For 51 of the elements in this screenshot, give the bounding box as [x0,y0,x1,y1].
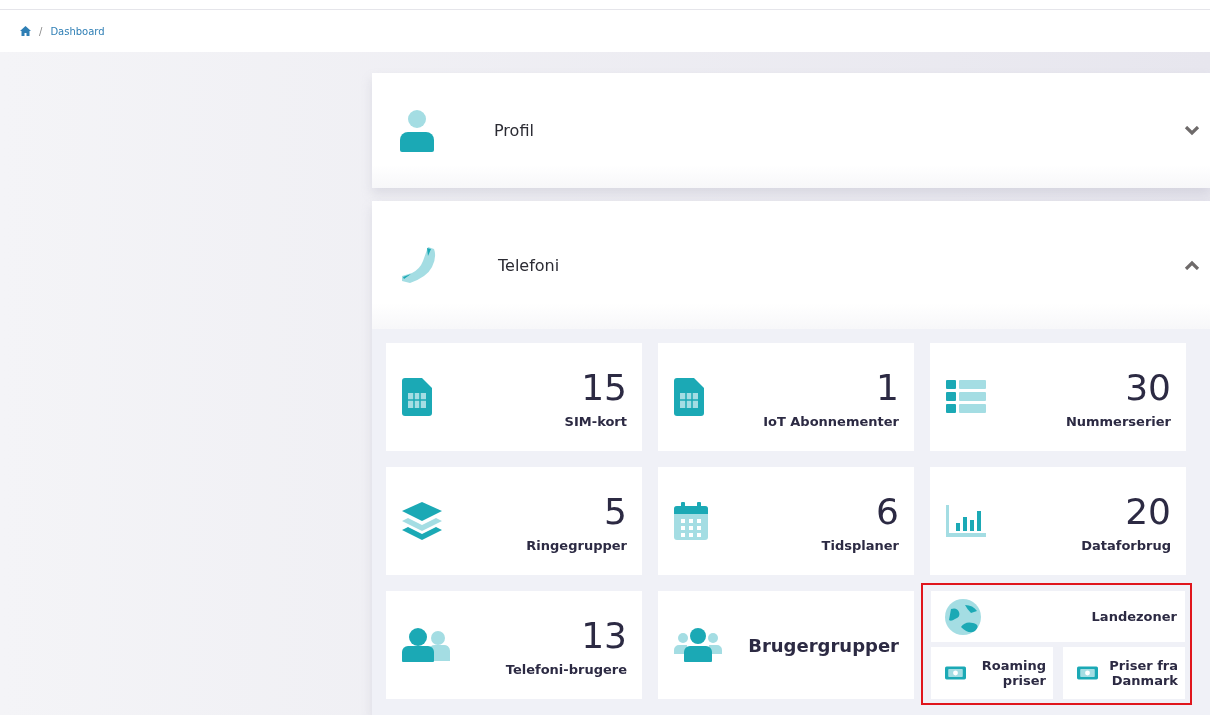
breadcrumb-separator: / [39,25,43,37]
globe-icon [945,598,981,635]
stat-value: 5 [604,493,627,530]
panel-title: Telefoni [498,255,561,275]
stat-card[interactable]: Landezoner [931,591,1185,642]
accordion-header[interactable]: Profil [372,73,1210,188]
chevron-down-icon[interactable] [1184,125,1200,136]
stat-label: Telefoni-brugere [505,661,627,677]
chevron-up-icon[interactable] [1184,260,1200,270]
banknote-icon [945,665,966,681]
card-label: Priser fra Danmark [1108,658,1178,688]
accordion-header[interactable]: Telefoni [372,201,1210,329]
stat-label: SIM-kort [564,413,627,429]
card-label: Roaming priser [980,658,1046,688]
stat-card[interactable]: 6 Tidsplaner [658,467,914,575]
stat-card[interactable]: 15 SIM-kort [386,343,642,451]
banknote-icon [1077,665,1098,681]
card-title: Brugergrupper [748,634,899,656]
stat-label: Nummerserier [1065,413,1171,429]
stat-value: 6 [876,493,899,530]
breadcrumb-link[interactable]: Dashboard [50,25,105,37]
sim-card-icon [402,378,432,416]
list-icon [946,380,986,414]
stat-card[interactable]: 13 Telefoni-brugere [386,591,642,699]
stat-value: 13 [581,617,627,654]
users-icon [402,628,450,662]
stat-card[interactable]: Brugergrupper [658,591,914,699]
phone-icon [400,245,438,285]
stat-card[interactable]: Priser fra Danmark [1063,647,1185,699]
layers-icon [402,502,442,540]
panel-title: Profil [494,121,535,140]
stat-card[interactable]: 5 Ringegrupper [386,467,642,575]
card-label: Landezoner [1091,609,1177,624]
stat-card[interactable]: Roaming priser [931,647,1053,699]
stat-card[interactable]: 20 Dataforbrug [930,467,1186,575]
person-icon [400,109,434,152]
home-icon[interactable] [20,26,31,36]
stat-label: Ringegrupper [526,537,627,553]
stat-value: 30 [1125,369,1171,406]
stat-label: Dataforbrug [1081,537,1171,553]
stat-value: 15 [581,369,627,406]
stat-card[interactable]: 30 Nummerserier [930,343,1186,451]
stat-label: IoT Abonnementer [763,413,899,429]
stat-label: Tidsplaner [821,537,899,553]
stat-value: 20 [1125,493,1171,530]
stat-value: 1 [876,369,899,406]
bar-chart-icon [946,505,986,537]
calendar-icon [674,502,708,540]
sim-card-icon [674,378,704,416]
user-group-icon [674,628,722,662]
stat-card[interactable]: 1 IoT Abonnementer [658,343,914,451]
